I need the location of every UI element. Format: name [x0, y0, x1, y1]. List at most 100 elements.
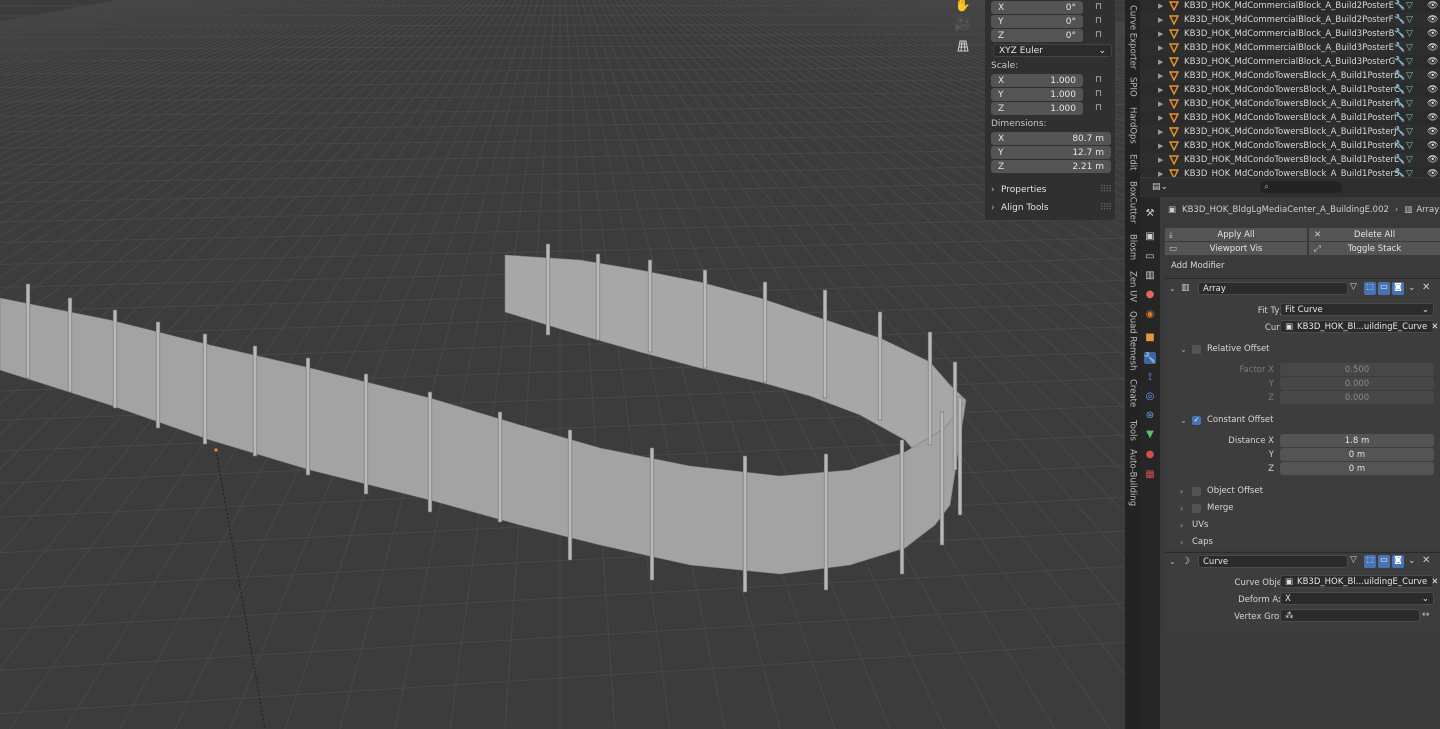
edit-cage-icon[interactable]: ▽	[1350, 282, 1362, 295]
sidebar-tab[interactable]: Blosm	[1125, 230, 1140, 264]
data-icon[interactable]: ▼	[1144, 428, 1156, 440]
eye-icon[interactable]: 👁	[1427, 113, 1438, 123]
fence-post[interactable]	[647, 259, 653, 353]
eye-icon[interactable]: 👁	[1427, 99, 1438, 109]
outliner-row[interactable]: ▶ KB3D_HOK_MdCondoTowersBlock_A_Build1Pos…	[1140, 153, 1440, 167]
sidebar-tab[interactable]: Zen UV	[1125, 268, 1140, 306]
offset-value-field[interactable]: 0.000	[1280, 377, 1434, 390]
expand-arrow-icon[interactable]: ▶	[1158, 128, 1163, 136]
vertex-group-field[interactable]: ⁂	[1280, 609, 1420, 622]
constant-offset-header[interactable]: ⌄ ✓ Constant Offset	[1180, 413, 1273, 427]
rotation-mode-select[interactable]: XYZ Euler ⌄	[993, 44, 1112, 57]
expand-arrow-icon[interactable]: ▶	[1158, 44, 1163, 52]
viewport-scene[interactable]	[0, 0, 1125, 729]
close-icon[interactable]: ✕	[1422, 282, 1430, 293]
subpanel-uvs[interactable]: › UVs	[1180, 518, 1208, 532]
subpanel-checkbox[interactable]	[1192, 486, 1201, 496]
wrench-icon[interactable]: 🔧	[1394, 43, 1405, 53]
mesh-data-icon[interactable]: ▽	[1406, 155, 1413, 165]
mesh-data-icon[interactable]: ▽	[1406, 169, 1413, 177]
physics-icon[interactable]: ◎	[1144, 390, 1156, 402]
fence-post[interactable]	[427, 391, 433, 513]
close-icon[interactable]: ✕	[1422, 555, 1430, 566]
transform-field-y[interactable]: Y 12.7 m	[991, 146, 1111, 159]
mesh-data-icon[interactable]: ▽	[1406, 71, 1413, 81]
sidebar-tab[interactable]: Create	[1125, 376, 1140, 410]
fence-post[interactable]	[649, 447, 655, 581]
outliner-row[interactable]: ▶ KB3D_HOK_MdCommercialBlock_A_Build2Post…	[1140, 0, 1440, 13]
viewport-display-icon[interactable]: ▭	[1378, 282, 1390, 295]
outliner-row[interactable]: ▶ KB3D_HOK_MdCommercialBlock_A_Build2Post…	[1140, 13, 1440, 27]
eye-icon[interactable]: 👁	[1427, 15, 1438, 25]
eye-icon[interactable]: 👁	[1427, 155, 1438, 165]
expand-arrow-icon[interactable]: ▶	[1158, 2, 1163, 10]
fence-post[interactable]	[305, 357, 311, 476]
eye-icon[interactable]: 👁	[1427, 43, 1438, 53]
sidebar-tab[interactable]: Curve Exporter	[1125, 4, 1140, 70]
lock-icon[interactable]: ⊓	[1095, 103, 1106, 114]
fence-post[interactable]	[822, 289, 828, 399]
wrench-icon[interactable]: 🔧	[1394, 169, 1405, 177]
fence-post[interactable]	[155, 321, 161, 429]
lock-icon[interactable]: ⊓	[1095, 75, 1106, 86]
properties-search-input[interactable]: ⌕	[1260, 181, 1342, 193]
fence-post[interactable]	[363, 373, 369, 495]
texture-icon[interactable]: ▦	[1144, 468, 1156, 480]
offset-value-field[interactable]: 0 m	[1280, 462, 1434, 475]
fence-post[interactable]	[25, 283, 31, 379]
object-icon[interactable]: ■	[1144, 331, 1156, 343]
mesh-data-icon[interactable]: ▽	[1406, 15, 1413, 25]
eye-icon[interactable]: 👁	[1427, 1, 1438, 11]
wrench-icon[interactable]: 🔧	[1394, 99, 1405, 109]
eye-icon[interactable]: 👁	[1427, 29, 1438, 39]
invert-arrows-icon[interactable]: ↔	[1422, 610, 1430, 620]
eye-icon[interactable]: 👁	[1427, 169, 1438, 177]
toggle-stack-button[interactable]: ⤢ Toggle Stack	[1309, 242, 1440, 255]
offset-value-field[interactable]: 0 m	[1280, 448, 1434, 461]
render-camera-icon[interactable]: ◙	[1392, 282, 1404, 295]
expand-arrow-icon[interactable]: ▶	[1158, 86, 1163, 94]
outliner-row[interactable]: ▶ KB3D_HOK_MdCondoTowersBlock_A_Build1Pos…	[1140, 83, 1440, 97]
outliner-row[interactable]: ▶ KB3D_HOK_MdCondoTowersBlock_A_Build1Pos…	[1140, 97, 1440, 111]
transform-field-y[interactable]: Y 0°	[991, 15, 1083, 28]
transform-field-z[interactable]: Z 1.000	[991, 102, 1083, 115]
fence-post[interactable]	[927, 331, 933, 446]
material-icon[interactable]: ●	[1144, 448, 1156, 460]
outliner-row[interactable]: ▶ KB3D_HOK_MdCommercialBlock_A_Build3Post…	[1140, 41, 1440, 55]
subpanel-object-offset[interactable]: › Object Offset	[1180, 484, 1263, 498]
close-icon[interactable]: ✕	[1431, 322, 1438, 332]
edit-mode-icon[interactable]: ⬚	[1364, 555, 1376, 568]
curve-field[interactable]: ▣ KB3D_HOK_Bl...uildingE_Curve ✕	[1280, 320, 1438, 333]
relative-offset-checkbox[interactable]	[1192, 344, 1201, 354]
add-modifier-button[interactable]: Add Modifier	[1171, 261, 1225, 271]
chevron-down-icon[interactable]: ⌄	[1408, 556, 1416, 566]
sidebar-tab[interactable]: BoxCutter	[1125, 178, 1140, 226]
expand-arrow-icon[interactable]: ▶	[1158, 58, 1163, 66]
render-camera-icon[interactable]: ◙	[1392, 555, 1404, 568]
expand-arrow-icon[interactable]: ▶	[1158, 156, 1163, 164]
mesh-data-icon[interactable]: ▽	[1406, 29, 1413, 39]
lock-icon[interactable]: ⊓	[1095, 16, 1106, 27]
transform-field-z[interactable]: Z 2.21 m	[991, 160, 1111, 173]
relative-offset-header[interactable]: ⌄ Relative Offset	[1180, 342, 1270, 356]
subpanel-merge[interactable]: › Merge	[1180, 501, 1234, 515]
wrench-icon[interactable]: 🔧	[1394, 71, 1405, 81]
wrench-icon[interactable]: 🔧	[1394, 57, 1405, 67]
apply-all-button[interactable]: ⤓ Apply All	[1165, 228, 1307, 241]
fence-post[interactable]	[742, 455, 748, 593]
fit-type-select[interactable]: Fit Curve ⌄	[1280, 303, 1434, 316]
fence-post[interactable]	[823, 453, 829, 591]
world-icon[interactable]: ◉	[1144, 308, 1156, 320]
eye-icon[interactable]: 👁	[1427, 85, 1438, 95]
fence-post[interactable]	[202, 333, 208, 445]
fence-post[interactable]	[67, 297, 73, 393]
outliner[interactable]: ▶ KB3D_HOK_MdCommercialBlock_A_Build2Post…	[1140, 0, 1440, 177]
wrench-icon[interactable]: 🔧	[1394, 155, 1405, 165]
scene-icon[interactable]: ●	[1144, 288, 1156, 300]
expand-arrow-icon[interactable]: ▶	[1158, 30, 1163, 38]
editor-type-icon[interactable]: ▤⌄	[1152, 182, 1172, 193]
fence-post[interactable]	[252, 345, 258, 457]
mesh-data-icon[interactable]: ▽	[1406, 113, 1413, 123]
eye-icon[interactable]: 👁	[1427, 127, 1438, 137]
close-icon[interactable]: ✕	[1431, 577, 1438, 587]
